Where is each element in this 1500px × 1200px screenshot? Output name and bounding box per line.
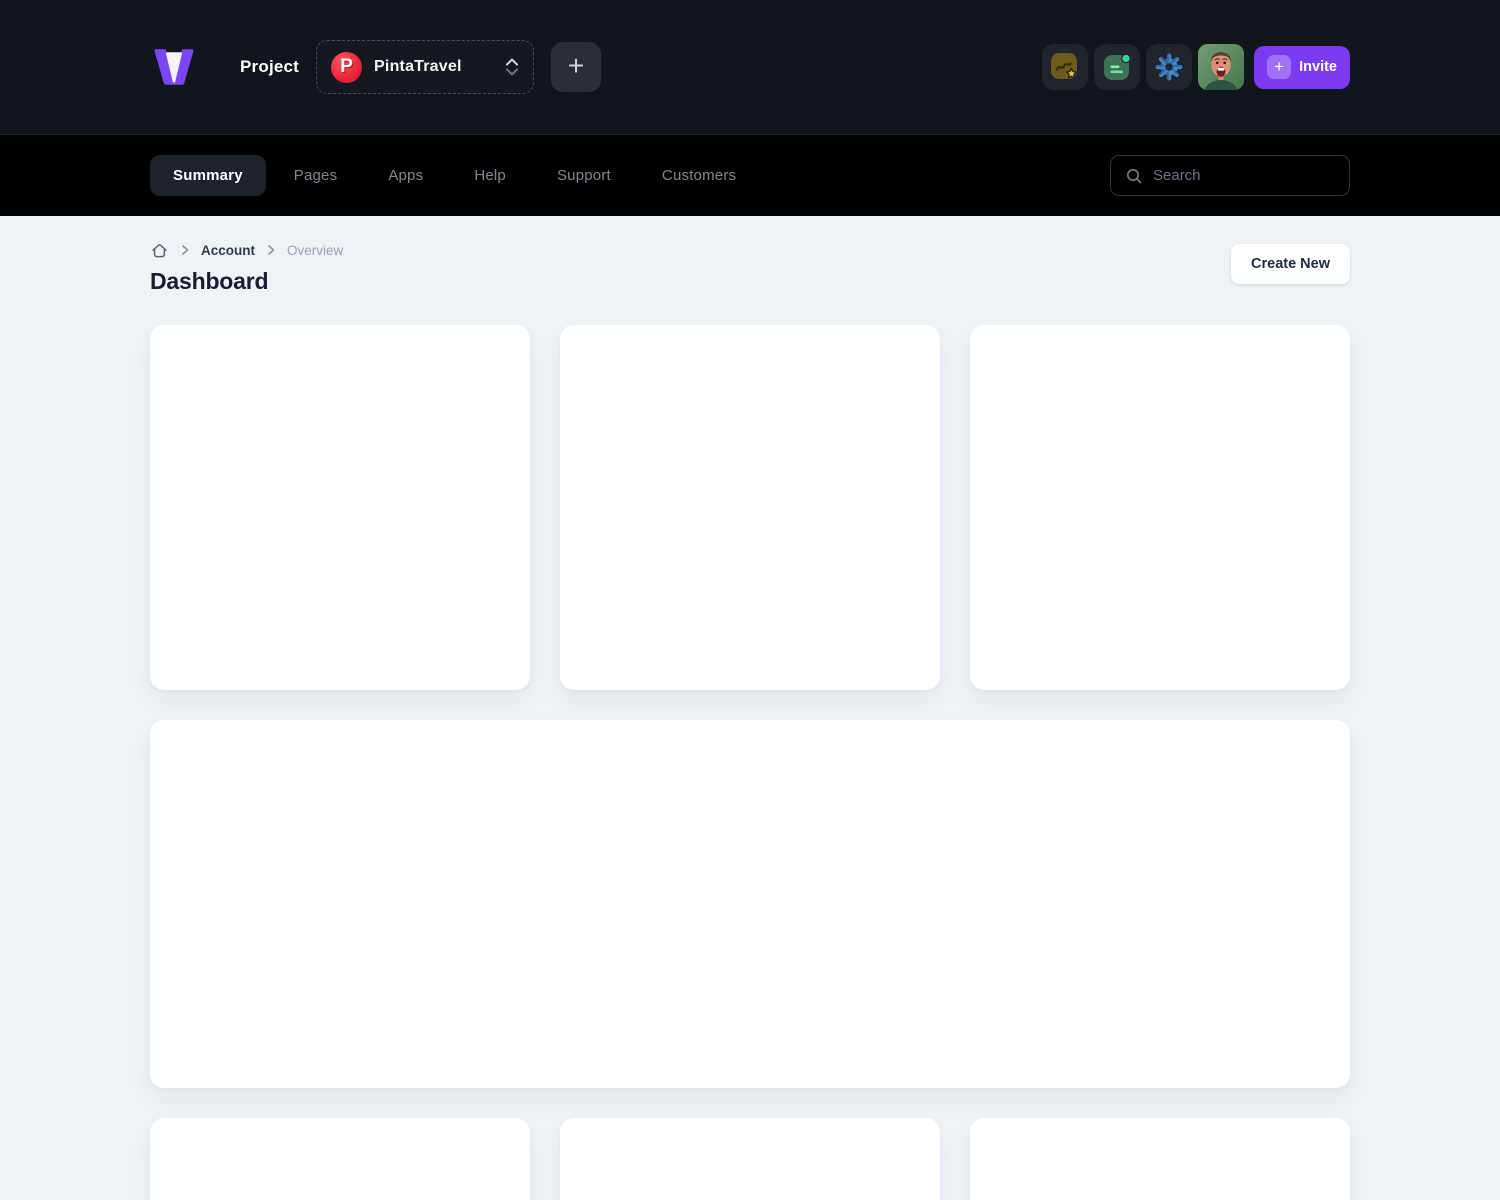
tab-apps[interactable]: Apps <box>365 155 446 196</box>
tab-help[interactable]: Help <box>451 155 529 196</box>
create-new-button[interactable]: Create New <box>1231 244 1350 284</box>
main-nav: Summary Pages Apps Help Support Customer… <box>0 135 1500 216</box>
invite-button[interactable]: + Invite <box>1254 46 1350 89</box>
page-title: Dashboard <box>150 268 343 295</box>
tab-pages[interactable]: Pages <box>271 155 361 196</box>
dashboard-card-wide <box>150 720 1350 1088</box>
analytics-star-icon[interactable] <box>1042 44 1088 90</box>
chevron-right-icon <box>264 243 278 257</box>
search-icon <box>1125 167 1143 185</box>
dashboard-card <box>560 1118 940 1200</box>
dashboard-cards-grid <box>150 325 1350 1200</box>
breadcrumb: Account Overview <box>150 240 343 260</box>
search-input[interactable] <box>1153 167 1335 184</box>
breadcrumb-overview[interactable]: Overview <box>287 243 343 258</box>
settings-gear-icon[interactable] <box>1146 44 1192 90</box>
plus-icon: + <box>1267 55 1291 79</box>
dashboard-card <box>970 1118 1350 1200</box>
add-project-button[interactable]: + <box>551 42 601 92</box>
breadcrumb-account[interactable]: Account <box>201 243 255 258</box>
search-box[interactable] <box>1110 155 1350 196</box>
project-label: Project <box>240 57 299 77</box>
brand-logo-icon[interactable] <box>150 45 198 89</box>
page-head: Account Overview Dashboard Create New <box>150 240 1350 295</box>
tab-summary[interactable]: Summary <box>150 155 266 196</box>
top-header: Project P PintaTravel + <box>0 0 1500 135</box>
notes-notification-icon[interactable] <box>1094 44 1140 90</box>
tab-support[interactable]: Support <box>534 155 634 196</box>
dashboard-card <box>150 325 530 690</box>
tab-customers[interactable]: Customers <box>639 155 759 196</box>
user-avatar[interactable] <box>1198 44 1244 90</box>
invite-label: Invite <box>1299 59 1337 75</box>
home-icon[interactable] <box>150 241 169 260</box>
dashboard-card <box>150 1118 530 1200</box>
main-content: Account Overview Dashboard Create New <box>0 216 1500 1200</box>
dashboard-card <box>970 325 1350 690</box>
chevron-updown-icon <box>505 58 519 76</box>
chevron-right-icon <box>178 243 192 257</box>
page-head-left: Account Overview Dashboard <box>150 240 343 295</box>
dashboard-card <box>560 325 940 690</box>
nav-tabs: Summary Pages Apps Help Support Customer… <box>150 155 764 196</box>
project-name: PintaTravel <box>374 58 462 76</box>
pintatravel-logo-icon: P <box>331 52 362 83</box>
header-actions: + Invite <box>1042 44 1350 90</box>
project-selector-dropdown[interactable]: P PintaTravel <box>316 40 534 94</box>
